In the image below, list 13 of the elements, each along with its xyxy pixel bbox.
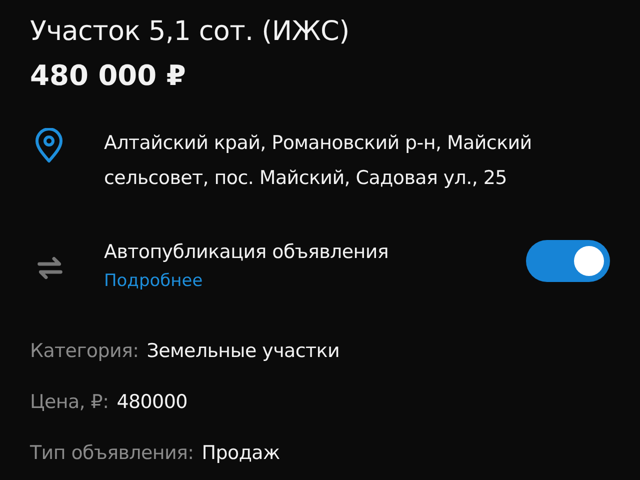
location-pin-icon xyxy=(34,128,64,164)
listing-title: Участок 5,1 сот. (ИЖС) xyxy=(30,15,350,49)
address-text: Алтайский край, Романовский р-н, Майский сельсовет, пос. Майский, Садовая ул., 25 xyxy=(104,131,533,191)
detail-value: Земельные участки xyxy=(146,339,340,364)
detail-label: Тип объявления: xyxy=(30,441,194,466)
detail-value: Продаж xyxy=(202,441,280,466)
autopublish-toggle[interactable] xyxy=(526,240,610,282)
detail-value: 480000 xyxy=(116,390,188,415)
detail-label: Категория: xyxy=(30,339,139,364)
more-link[interactable]: Подробнее xyxy=(104,268,203,294)
detail-label: Цена, ₽: xyxy=(30,390,109,415)
listing-price: 480 000 ₽ xyxy=(30,58,187,94)
autopublish-label: Автопубликация объявления xyxy=(104,240,390,265)
